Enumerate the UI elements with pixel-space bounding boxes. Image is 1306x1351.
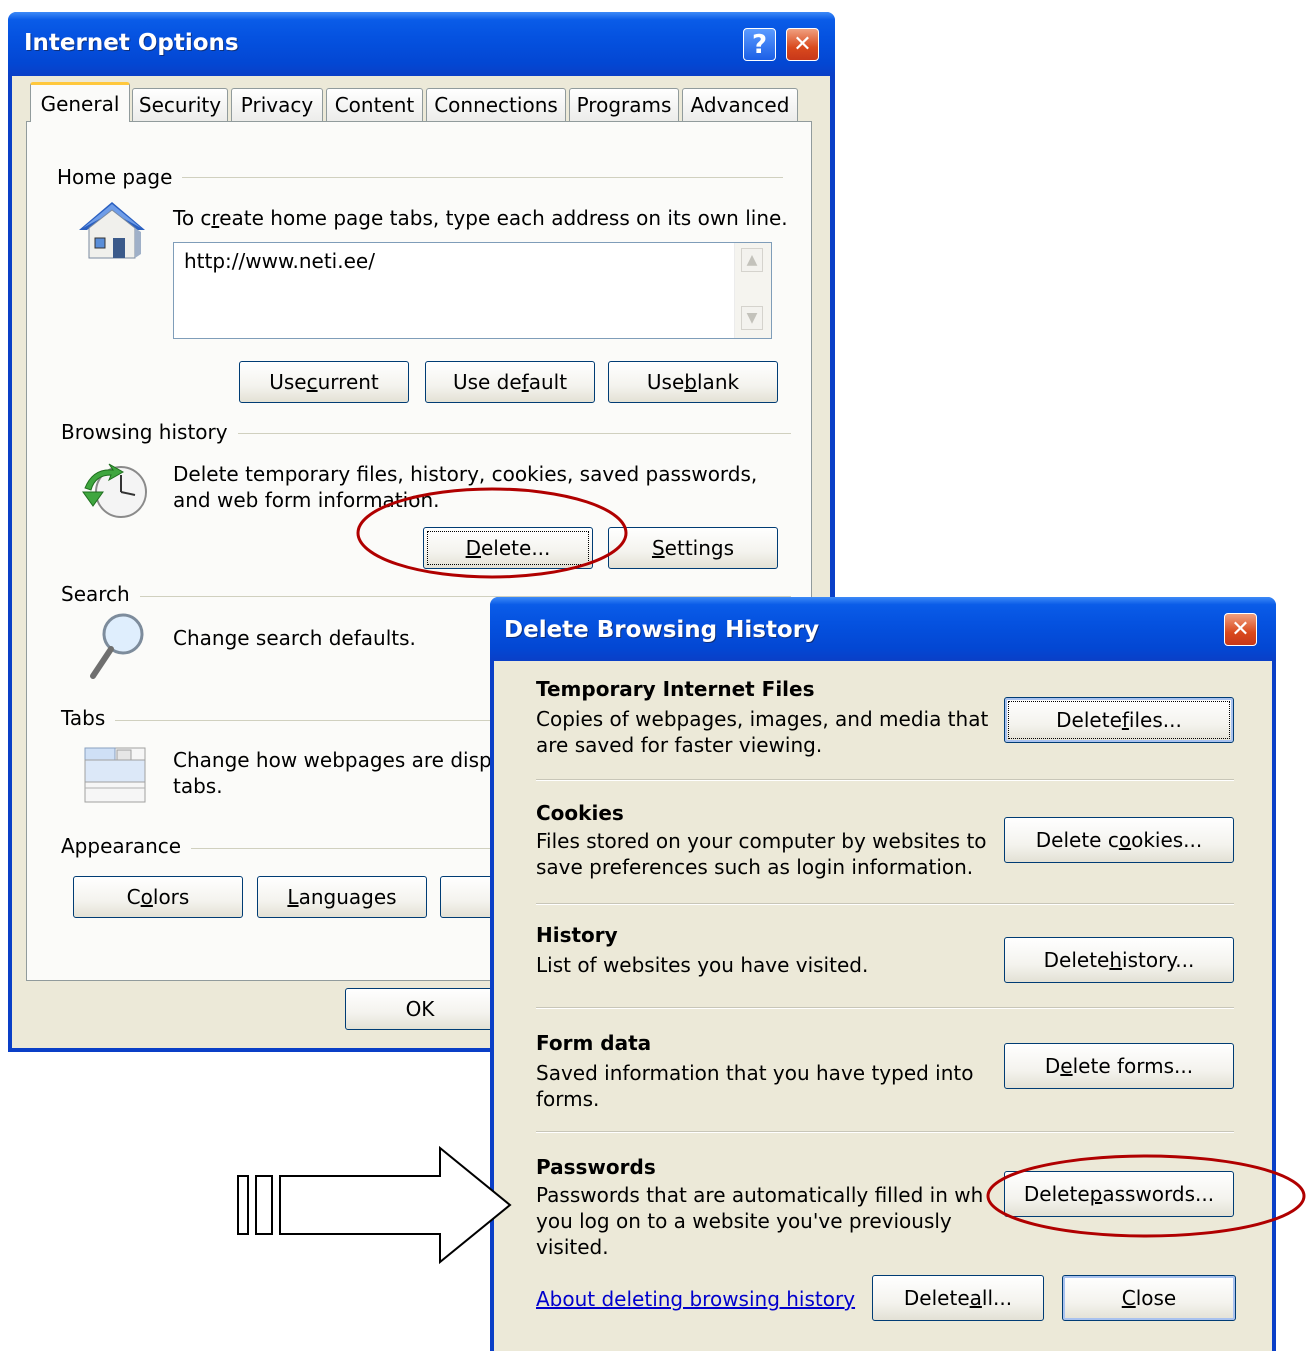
temporary-files-heading: Temporary Internet Files <box>536 677 815 701</box>
tab-label: Content <box>334 93 415 117</box>
cookies-description-1: Files stored on your computer by website… <box>536 829 987 853</box>
tab-connections[interactable]: Connections <box>426 88 566 121</box>
tab-label: Security <box>138 93 222 117</box>
delete-dialog-client-area: Temporary Internet Files Copies of webpa… <box>494 661 1272 1351</box>
tab-privacy[interactable]: Privacy <box>231 88 323 121</box>
tabs-description-2: tabs. <box>173 774 223 798</box>
form-data-heading: Form data <box>536 1031 652 1055</box>
tab-label: Connections <box>434 93 558 117</box>
form-data-description-1: Saved information that you have typed in… <box>536 1061 974 1085</box>
appearance-group-label: Appearance <box>61 834 192 858</box>
section-divider <box>536 1007 1234 1009</box>
search-group-label: Search <box>61 582 140 606</box>
tabs-window-icon <box>84 747 146 803</box>
annotation-arrow-icon <box>237 1145 512 1265</box>
tab-label: General <box>40 91 120 116</box>
browsing-history-group-label: Browsing history <box>61 420 238 444</box>
delete-dialog-titlebar[interactable]: Delete Browsing History ✕ <box>490 597 1276 661</box>
history-settings-button[interactable]: Settings <box>608 527 778 569</box>
section-divider <box>536 903 1234 905</box>
browsing-history-description-2: and web form information. <box>173 488 440 512</box>
tab-advanced[interactable]: Advanced <box>682 88 798 121</box>
magnifier-icon <box>90 613 144 679</box>
temporary-files-description-1: Copies of webpages, images, and media th… <box>536 707 989 731</box>
delete-browsing-history-window: Delete Browsing History ✕ Temporary Inte… <box>490 597 1276 1351</box>
address-scrollbar[interactable]: ▲ ▼ <box>734 243 771 338</box>
delete-dialog-close-icon[interactable]: ✕ <box>1224 613 1257 646</box>
use-current-button[interactable]: Use c urrent <box>239 361 409 403</box>
tab-general[interactable]: General <box>30 82 130 122</box>
about-deleting-history-link[interactable]: About deleting browsing history <box>536 1287 855 1311</box>
section-divider <box>536 779 1234 781</box>
house-icon <box>79 202 145 259</box>
ok-button[interactable]: OK <box>345 988 495 1030</box>
home-page-address-field[interactable]: http://www.neti.ee/ ▲ ▼ <box>173 242 772 339</box>
passwords-description-2: you log on to a website you've previousl… <box>536 1209 952 1233</box>
cookies-heading: Cookies <box>536 801 624 825</box>
passwords-heading: Passwords <box>536 1155 656 1179</box>
scroll-down-icon[interactable]: ▼ <box>741 306 763 330</box>
tab-programs[interactable]: Programs <box>569 88 679 121</box>
colors-button[interactable]: Co lors <box>73 876 243 918</box>
tab-security[interactable]: Security <box>132 88 228 121</box>
options-close-button[interactable]: ✕ <box>786 28 819 61</box>
delete-history-button[interactable]: Delete... <box>423 527 593 569</box>
tabs-description-1: Change how webpages are displa <box>173 748 510 772</box>
delete-history-dialog-button[interactable]: Delete h istory... <box>1004 937 1234 983</box>
temporary-files-description-2: are saved for faster viewing. <box>536 733 823 757</box>
close-button[interactable]: Close <box>1062 1275 1236 1321</box>
history-clock-icon <box>82 463 147 518</box>
history-heading: History <box>536 923 618 947</box>
search-description: Change search defaults. <box>173 626 416 650</box>
delete-all-button[interactable]: Delete a ll... <box>872 1275 1044 1321</box>
form-data-description-2: forms. <box>536 1087 600 1111</box>
passwords-description-1: Passwords that are automatically filled … <box>536 1183 984 1207</box>
delete-cookies-button[interactable]: Delete c o okies... <box>1004 817 1234 863</box>
delete-dialog-title: Delete Browsing History <box>504 617 820 643</box>
help-button[interactable]: ? <box>743 28 776 61</box>
home-page-group-label: Home page <box>57 165 183 189</box>
tab-label: Privacy <box>240 93 314 117</box>
use-default-button[interactable]: Use de f ault <box>425 361 595 403</box>
delete-files-button[interactable]: Delete f iles... <box>1004 697 1234 743</box>
tab-content[interactable]: Content <box>326 88 423 121</box>
delete-passwords-button[interactable]: Delete p asswords... <box>1004 1171 1234 1217</box>
tab-label: Programs <box>576 93 672 117</box>
home-page-address-value: http://www.neti.ee/ <box>184 249 375 273</box>
passwords-description-3: visited. <box>536 1235 609 1259</box>
section-divider <box>536 1131 1234 1133</box>
delete-forms-button[interactable]: De lete forms... <box>1004 1043 1234 1089</box>
use-blank-button[interactable]: Use b lank <box>608 361 778 403</box>
home-page-instruction: To create home page tabs, type each addr… <box>173 206 788 230</box>
options-titlebar[interactable]: Internet Options ? ✕ <box>8 12 835 76</box>
browsing-history-description-1: Delete temporary files, history, cookies… <box>173 462 758 486</box>
languages-button[interactable]: Languages <box>257 876 427 918</box>
scroll-up-icon[interactable]: ▲ <box>741 248 763 272</box>
tab-label: Advanced <box>690 93 790 117</box>
options-title: Internet Options <box>24 30 239 56</box>
tabs-group-label: Tabs <box>61 706 116 730</box>
cookies-description-2: save preferences such as login informati… <box>536 855 974 879</box>
history-description-1: List of websites you have visited. <box>536 953 869 977</box>
